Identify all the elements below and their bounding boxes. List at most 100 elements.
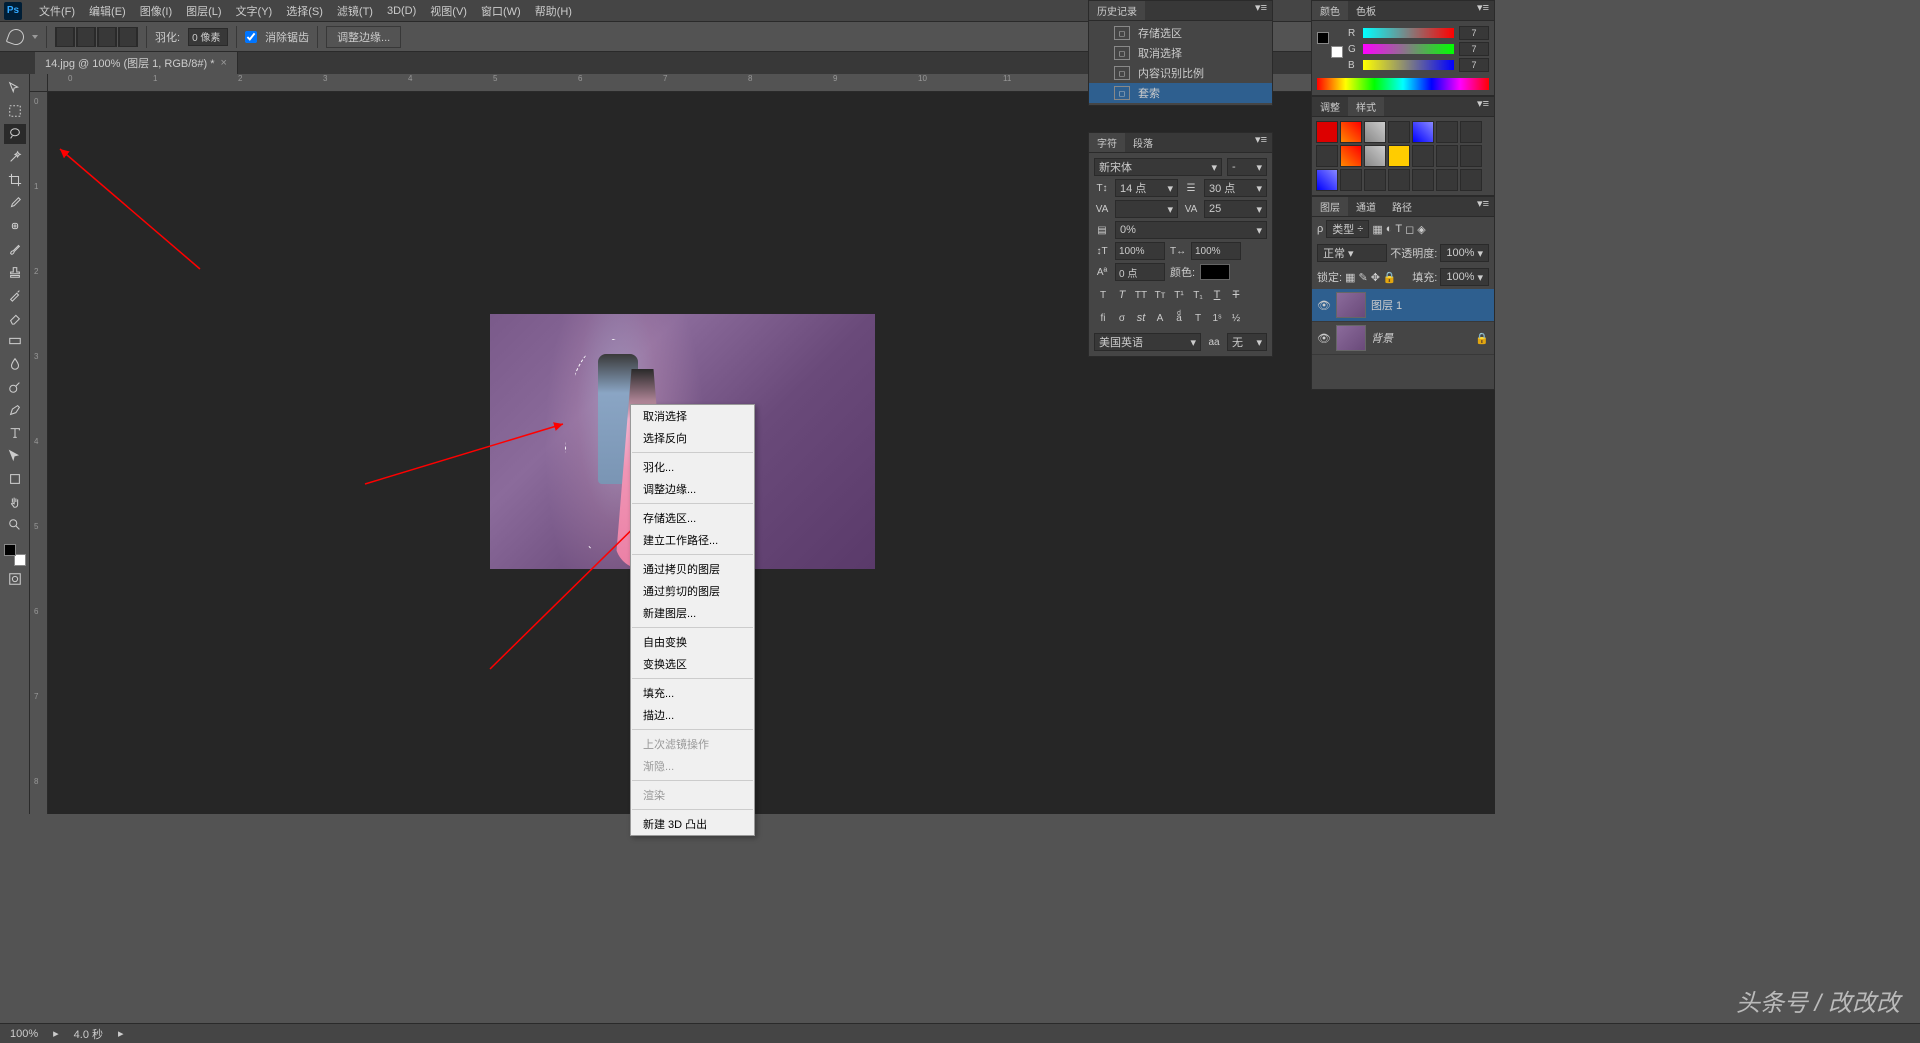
antialias-dropdown[interactable]: 无▾ — [1227, 333, 1267, 351]
context-menu-item[interactable]: 新建图层... — [631, 602, 754, 624]
feather-input[interactable] — [188, 28, 228, 46]
tool-shape[interactable] — [4, 469, 26, 489]
layer-thumbnail[interactable] — [1336, 325, 1366, 351]
context-menu-item[interactable]: 描边... — [631, 704, 754, 726]
panel-menu-icon[interactable]: ▾≡ — [1472, 97, 1494, 116]
document-tab[interactable]: 14.jpg @ 100% (图层 1, RGB/8#) * × — [35, 52, 238, 74]
spectrum-bar[interactable] — [1317, 78, 1489, 90]
style-preset[interactable] — [1364, 121, 1386, 143]
leading-input[interactable]: 30 点▾ — [1204, 179, 1267, 197]
scale-input[interactable]: 0%▾ — [1115, 221, 1267, 239]
tab-history[interactable]: 历史记录 — [1089, 1, 1145, 20]
tab-paths[interactable]: 路径 — [1384, 197, 1420, 216]
context-menu-item[interactable]: 取消选择 — [631, 405, 754, 427]
tool-wand[interactable] — [4, 147, 26, 167]
panel-menu-icon[interactable]: ▾≡ — [1250, 133, 1272, 152]
tool-gradient[interactable] — [4, 331, 26, 351]
context-menu-item[interactable]: 通过剪切的图层 — [631, 580, 754, 602]
menu-view[interactable]: 视图(V) — [423, 3, 474, 19]
tool-pen[interactable] — [4, 400, 26, 420]
font-size-input[interactable]: 14 点▾ — [1115, 179, 1178, 197]
vscale-input[interactable] — [1115, 242, 1165, 260]
style-preset[interactable] — [1460, 145, 1482, 167]
superscript-button[interactable]: T¹ — [1170, 286, 1188, 304]
style-preset[interactable] — [1388, 121, 1410, 143]
tab-styles[interactable]: 样式 — [1348, 97, 1384, 116]
tab-close-icon[interactable]: × — [221, 57, 227, 69]
quickmask-toggle[interactable] — [4, 569, 26, 589]
style-preset[interactable] — [1316, 145, 1338, 167]
opacity-input[interactable]: 100%▾ — [1440, 244, 1489, 262]
menu-select[interactable]: 选择(S) — [279, 3, 330, 19]
tool-history-brush[interactable] — [4, 285, 26, 305]
selmode-new[interactable] — [55, 27, 75, 47]
style-preset[interactable] — [1436, 145, 1458, 167]
tool-blur[interactable] — [4, 354, 26, 374]
context-menu-item[interactable]: 新建 3D 凸出 — [631, 813, 754, 835]
italic-button[interactable]: T — [1113, 286, 1131, 304]
blend-mode-dropdown[interactable]: 正常▾ — [1317, 244, 1387, 262]
stylistic-button[interactable]: st — [1132, 309, 1150, 327]
menu-file[interactable]: 文件(F) — [32, 3, 82, 19]
tracking-input[interactable]: 25▾ — [1204, 200, 1267, 218]
tool-crop[interactable] — [4, 170, 26, 190]
canvas[interactable]: 0 1 2 3 4 5 6 7 8 9 10 11 12 0 1 2 3 4 5… — [30, 74, 1495, 814]
font-family-dropdown[interactable]: 新宋体▾ — [1094, 158, 1222, 176]
fraction-button[interactable]: T — [1189, 309, 1207, 327]
tab-color[interactable]: 颜色 — [1312, 1, 1348, 20]
tab-swatches[interactable]: 色板 — [1348, 1, 1384, 20]
color-swatch[interactable] — [4, 544, 26, 566]
ligature-button[interactable]: fi — [1094, 309, 1112, 327]
style-preset[interactable] — [1364, 145, 1386, 167]
tab-adjustments[interactable]: 调整 — [1312, 97, 1348, 116]
tool-brush[interactable] — [4, 239, 26, 259]
style-preset[interactable] — [1412, 145, 1434, 167]
style-preset[interactable] — [1340, 145, 1362, 167]
tool-preset-arrow[interactable] — [32, 35, 38, 39]
underline-button[interactable]: T — [1208, 286, 1226, 304]
lock-move-icon[interactable]: ✥ — [1371, 271, 1380, 284]
style-preset[interactable] — [1388, 169, 1410, 191]
visibility-icon[interactable]: 👁 — [1317, 299, 1331, 312]
tool-text[interactable] — [4, 423, 26, 443]
zoom-level[interactable]: 100% — [10, 1028, 38, 1040]
menu-filter[interactable]: 滤镜(T) — [330, 3, 380, 19]
style-preset[interactable] — [1460, 169, 1482, 191]
style-preset[interactable] — [1412, 169, 1434, 191]
panel-menu-icon[interactable]: ▾≡ — [1472, 197, 1494, 216]
tool-hand[interactable] — [4, 492, 26, 512]
g-input[interactable] — [1459, 42, 1489, 56]
refine-edge-button[interactable]: 调整边缘... — [326, 26, 401, 48]
ordinal2-button[interactable]: 1ˢ — [1208, 309, 1226, 327]
style-preset[interactable] — [1340, 169, 1362, 191]
tool-path[interactable] — [4, 446, 26, 466]
context-menu-item[interactable]: 调整边缘... — [631, 478, 754, 500]
context-menu-item[interactable]: 羽化... — [631, 456, 754, 478]
tool-heal[interactable] — [4, 216, 26, 236]
subscript-button[interactable]: T₁ — [1189, 286, 1207, 304]
layer-filter-dropdown[interactable]: 类型÷ — [1326, 220, 1369, 238]
context-menu-item[interactable]: 存储选区... — [631, 507, 754, 529]
hscale-input[interactable] — [1191, 242, 1241, 260]
context-menu-item[interactable]: 变换选区 — [631, 653, 754, 675]
kerning-input[interactable]: ▾ — [1115, 200, 1178, 218]
color-fgbg[interactable] — [1317, 32, 1343, 58]
style-preset[interactable] — [1340, 121, 1362, 143]
bold-button[interactable]: T — [1094, 286, 1112, 304]
context-menu-item[interactable]: 自由变换 — [631, 631, 754, 653]
menu-layer[interactable]: 图层(L) — [179, 3, 228, 19]
style-preset[interactable] — [1436, 121, 1458, 143]
status-arrow-icon[interactable]: ▸ — [118, 1027, 124, 1040]
text-color-swatch[interactable] — [1200, 264, 1230, 280]
history-item[interactable]: ◻套索 — [1089, 83, 1272, 103]
tool-move[interactable] — [4, 78, 26, 98]
filter-pixel-icon[interactable]: ▦ — [1372, 223, 1382, 236]
fill-input[interactable]: 100%▾ — [1440, 268, 1489, 286]
menu-window[interactable]: 窗口(W) — [474, 3, 528, 19]
allcaps-button[interactable]: TT — [1132, 286, 1150, 304]
language-dropdown[interactable]: 美国英语▾ — [1094, 333, 1201, 351]
lock-all-icon[interactable]: 🔒 — [1383, 271, 1397, 284]
tool-lasso[interactable] — [4, 124, 26, 144]
tab-paragraph[interactable]: 段落 — [1125, 133, 1161, 152]
strike-button[interactable]: T — [1227, 286, 1245, 304]
